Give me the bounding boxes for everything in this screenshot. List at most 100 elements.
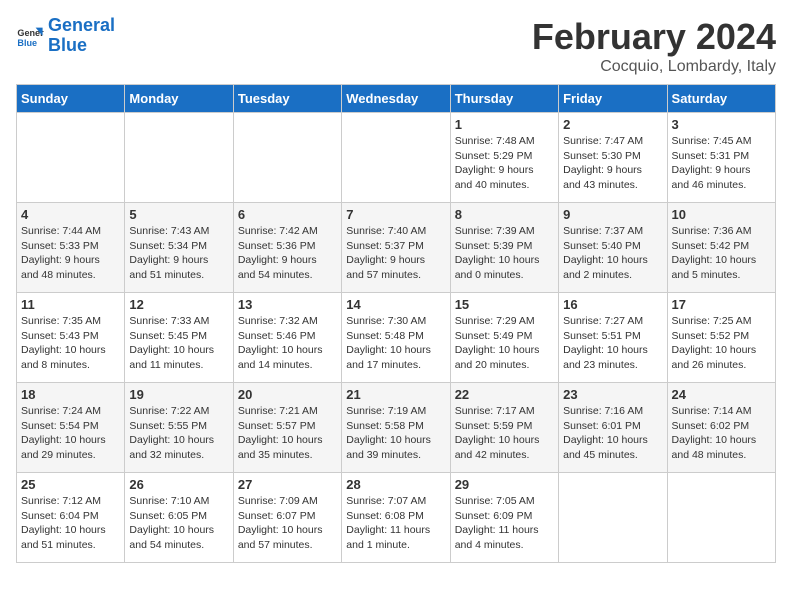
- day-info: Sunrise: 7:07 AMSunset: 6:08 PMDaylight:…: [346, 494, 445, 553]
- day-number: 8: [455, 207, 554, 222]
- calendar-cell: 14 Sunrise: 7:30 AMSunset: 5:48 PMDayligh…: [342, 293, 450, 383]
- calendar-cell: 13 Sunrise: 7:32 AMSunset: 5:46 PMDayligh…: [233, 293, 341, 383]
- day-number: 27: [238, 477, 337, 492]
- calendar-cell: 1 Sunrise: 7:48 AMSunset: 5:29 PMDaylight…: [450, 113, 558, 203]
- day-number: 22: [455, 387, 554, 402]
- day-info: Sunrise: 7:12 AMSunset: 6:04 PMDaylight:…: [21, 494, 120, 553]
- day-number: 9: [563, 207, 662, 222]
- day-info: Sunrise: 7:45 AMSunset: 5:31 PMDaylight:…: [672, 134, 771, 193]
- week-row-4: 18Sunrise: 7:24 AMSunset: 5:54 PMDayligh…: [17, 383, 776, 473]
- subtitle: Cocquio, Lombardy, Italy: [532, 58, 776, 76]
- day-number: 5: [129, 207, 228, 222]
- day-number: 16: [563, 297, 662, 312]
- column-header-sunday: Sunday: [17, 85, 125, 113]
- day-number: 7: [346, 207, 445, 222]
- day-info: Sunrise: 7:29 AMSunset: 5:49 PMDaylight:…: [455, 314, 554, 373]
- calendar-cell: [667, 473, 775, 563]
- calendar-cell: 26 Sunrise: 7:10 AMSunset: 6:05 PMDayligh…: [125, 473, 233, 563]
- calendar-cell: 10Sunrise: 7:36 AMSunset: 5:42 PMDayligh…: [667, 203, 775, 293]
- calendar-cell: 5 Sunrise: 7:43 AMSunset: 5:34 PMDaylight…: [125, 203, 233, 293]
- day-number: 3: [672, 117, 771, 132]
- calendar-cell: 23 Sunrise: 7:16 AMSunset: 6:01 PMDayligh…: [559, 383, 667, 473]
- logo-icon: General Blue: [16, 22, 44, 50]
- logo: General Blue General Blue: [16, 16, 115, 56]
- day-number: 19: [129, 387, 228, 402]
- column-header-friday: Friday: [559, 85, 667, 113]
- calendar-cell: 3 Sunrise: 7:45 AMSunset: 5:31 PMDaylight…: [667, 113, 775, 203]
- day-info: Sunrise: 7:35 AMSunset: 5:43 PMDaylight:…: [21, 314, 120, 373]
- day-number: 13: [238, 297, 337, 312]
- day-number: 26: [129, 477, 228, 492]
- main-title: February 2024: [532, 16, 776, 58]
- calendar-cell: 21 Sunrise: 7:19 AMSunset: 5:58 PMDayligh…: [342, 383, 450, 473]
- calendar-cell: 29Sunrise: 7:05 AMSunset: 6:09 PMDayligh…: [450, 473, 558, 563]
- calendar-cell: 27 Sunrise: 7:09 AMSunset: 6:07 PMDayligh…: [233, 473, 341, 563]
- day-info: Sunrise: 7:32 AMSunset: 5:46 PMDaylight:…: [238, 314, 337, 373]
- day-number: 20: [238, 387, 337, 402]
- day-number: 11: [21, 297, 120, 312]
- week-row-2: 4Sunrise: 7:44 AMSunset: 5:33 PMDaylight…: [17, 203, 776, 293]
- column-header-wednesday: Wednesday: [342, 85, 450, 113]
- day-info: Sunrise: 7:33 AMSunset: 5:45 PMDaylight:…: [129, 314, 228, 373]
- day-number: 21: [346, 387, 445, 402]
- day-info: Sunrise: 7:16 AMSunset: 6:01 PMDaylight:…: [563, 404, 662, 463]
- calendar-table: SundayMondayTuesdayWednesdayThursdayFrid…: [16, 84, 776, 563]
- column-header-saturday: Saturday: [667, 85, 775, 113]
- day-info: Sunrise: 7:09 AMSunset: 6:07 PMDaylight:…: [238, 494, 337, 553]
- calendar-cell: 2Sunrise: 7:47 AMSunset: 5:30 PMDaylight…: [559, 113, 667, 203]
- header: General Blue General Blue February 2024 …: [16, 16, 776, 76]
- calendar-cell: [233, 113, 341, 203]
- calendar-cell: 22 Sunrise: 7:17 AMSunset: 5:59 PMDayligh…: [450, 383, 558, 473]
- calendar-cell: 8 Sunrise: 7:39 AMSunset: 5:39 PMDaylight…: [450, 203, 558, 293]
- calendar-header-row: SundayMondayTuesdayWednesdayThursdayFrid…: [17, 85, 776, 113]
- calendar-cell: 24 Sunrise: 7:14 AMSunset: 6:02 PMDayligh…: [667, 383, 775, 473]
- calendar-cell: [125, 113, 233, 203]
- day-number: 1: [455, 117, 554, 132]
- day-info: Sunrise: 7:05 AMSunset: 6:09 PMDaylight:…: [455, 494, 554, 553]
- day-info: Sunrise: 7:27 AMSunset: 5:51 PMDaylight:…: [563, 314, 662, 373]
- calendar-cell: 19 Sunrise: 7:22 AMSunset: 5:55 PMDayligh…: [125, 383, 233, 473]
- day-info: Sunrise: 7:14 AMSunset: 6:02 PMDaylight:…: [672, 404, 771, 463]
- day-info: Sunrise: 7:25 AMSunset: 5:52 PMDaylight:…: [672, 314, 771, 373]
- calendar-cell: 12Sunrise: 7:33 AMSunset: 5:45 PMDayligh…: [125, 293, 233, 383]
- day-info: Sunrise: 7:36 AMSunset: 5:42 PMDaylight:…: [672, 224, 771, 283]
- calendar-cell: 6 Sunrise: 7:42 AMSunset: 5:36 PMDaylight…: [233, 203, 341, 293]
- day-number: 24: [672, 387, 771, 402]
- calendar-cell: 25Sunrise: 7:12 AMSunset: 6:04 PMDayligh…: [17, 473, 125, 563]
- calendar-cell: 9 Sunrise: 7:37 AMSunset: 5:40 PMDaylight…: [559, 203, 667, 293]
- calendar-cell: 18Sunrise: 7:24 AMSunset: 5:54 PMDayligh…: [17, 383, 125, 473]
- day-info: Sunrise: 7:48 AMSunset: 5:29 PMDaylight:…: [455, 134, 554, 193]
- calendar-cell: 17 Sunrise: 7:25 AMSunset: 5:52 PMDayligh…: [667, 293, 775, 383]
- calendar-cell: 15Sunrise: 7:29 AMSunset: 5:49 PMDayligh…: [450, 293, 558, 383]
- week-row-5: 25Sunrise: 7:12 AMSunset: 6:04 PMDayligh…: [17, 473, 776, 563]
- week-row-1: 1 Sunrise: 7:48 AMSunset: 5:29 PMDaylight…: [17, 113, 776, 203]
- calendar-cell: 11 Sunrise: 7:35 AMSunset: 5:43 PMDayligh…: [17, 293, 125, 383]
- calendar-cell: [17, 113, 125, 203]
- day-info: Sunrise: 7:43 AMSunset: 5:34 PMDaylight:…: [129, 224, 228, 283]
- svg-text:Blue: Blue: [17, 38, 37, 48]
- day-number: 14: [346, 297, 445, 312]
- calendar-cell: 28Sunrise: 7:07 AMSunset: 6:08 PMDayligh…: [342, 473, 450, 563]
- day-info: Sunrise: 7:17 AMSunset: 5:59 PMDaylight:…: [455, 404, 554, 463]
- day-number: 23: [563, 387, 662, 402]
- day-info: Sunrise: 7:42 AMSunset: 5:36 PMDaylight:…: [238, 224, 337, 283]
- day-info: Sunrise: 7:30 AMSunset: 5:48 PMDaylight:…: [346, 314, 445, 373]
- logo-text: General Blue: [48, 16, 115, 56]
- day-number: 6: [238, 207, 337, 222]
- day-info: Sunrise: 7:39 AMSunset: 5:39 PMDaylight:…: [455, 224, 554, 283]
- day-info: Sunrise: 7:40 AMSunset: 5:37 PMDaylight:…: [346, 224, 445, 283]
- day-info: Sunrise: 7:19 AMSunset: 5:58 PMDaylight:…: [346, 404, 445, 463]
- column-header-thursday: Thursday: [450, 85, 558, 113]
- column-header-monday: Monday: [125, 85, 233, 113]
- calendar-cell: 7 Sunrise: 7:40 AMSunset: 5:37 PMDaylight…: [342, 203, 450, 293]
- day-info: Sunrise: 7:37 AMSunset: 5:40 PMDaylight:…: [563, 224, 662, 283]
- day-info: Sunrise: 7:21 AMSunset: 5:57 PMDaylight:…: [238, 404, 337, 463]
- week-row-3: 11 Sunrise: 7:35 AMSunset: 5:43 PMDayligh…: [17, 293, 776, 383]
- day-number: 17: [672, 297, 771, 312]
- calendar-cell: 4Sunrise: 7:44 AMSunset: 5:33 PMDaylight…: [17, 203, 125, 293]
- column-header-tuesday: Tuesday: [233, 85, 341, 113]
- day-info: Sunrise: 7:10 AMSunset: 6:05 PMDaylight:…: [129, 494, 228, 553]
- calendar-body: 1 Sunrise: 7:48 AMSunset: 5:29 PMDaylight…: [17, 113, 776, 563]
- day-info: Sunrise: 7:22 AMSunset: 5:55 PMDaylight:…: [129, 404, 228, 463]
- day-number: 18: [21, 387, 120, 402]
